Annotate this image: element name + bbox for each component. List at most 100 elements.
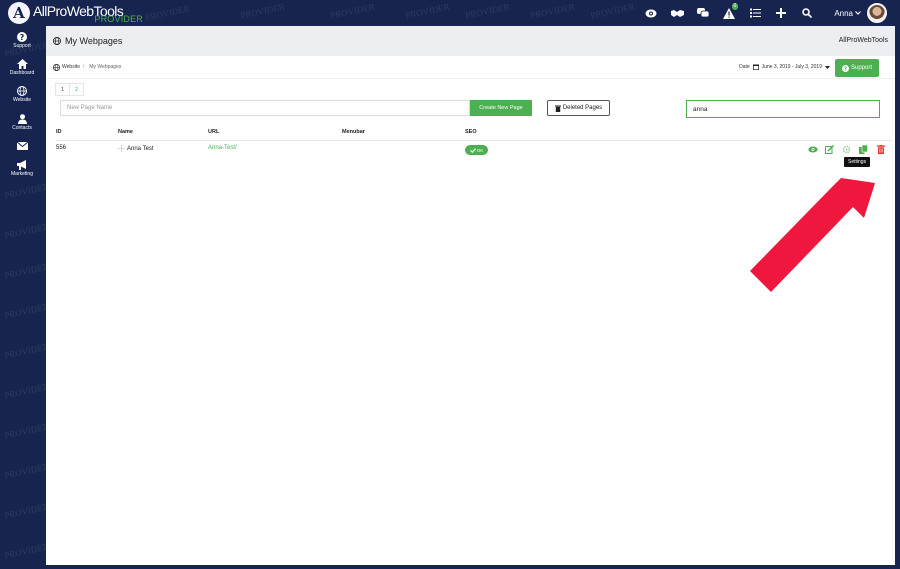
user-menu[interactable]: Anna [834, 9, 861, 18]
user-name: Anna [834, 8, 853, 18]
search-value: anna [693, 105, 708, 113]
watermark: PROVIDER [3, 501, 46, 521]
deleted-pages-label: Deleted Pages [562, 105, 603, 111]
column-header-id[interactable]: ID [56, 129, 62, 135]
watermark: PROVIDER [3, 421, 46, 441]
support-button-label: Support [850, 65, 872, 71]
watermark: PROVIDER [3, 261, 46, 281]
edit-icon[interactable] [824, 144, 835, 155]
watermark: PROVIDER [589, 1, 636, 21]
view-icon[interactable] [807, 144, 818, 155]
handshake-icon[interactable] [664, 0, 690, 26]
watermark: PROVIDER [3, 461, 46, 481]
deleted-pages-button[interactable]: Deleted Pages [547, 100, 610, 116]
svg-text:?: ? [20, 33, 25, 42]
globe-icon [53, 37, 61, 45]
watermark: PROVIDER [3, 341, 46, 361]
eye-icon[interactable] [638, 0, 664, 26]
breadcrumb-current: My Webpages [89, 64, 122, 70]
page-header: My Webpages AllProWebTools [46, 26, 895, 56]
person-icon [17, 114, 27, 124]
watermark: PROVIDER [3, 381, 46, 401]
support-button[interactable]: ? Support [835, 59, 879, 77]
sidebar-item-dashboard[interactable]: Dashboard [0, 59, 44, 76]
alert-count-badge: 0 [731, 3, 739, 10]
column-header-seo[interactable]: SEO [465, 129, 477, 135]
row-id: 556 [56, 145, 67, 151]
move-icon[interactable] [118, 145, 125, 152]
watermark: PROVIDER [404, 1, 451, 21]
new-page-name-input[interactable]: New Page Name [60, 100, 470, 116]
webpages-table: ID Name URL Menubar SEO 556 Anna Test An… [56, 126, 892, 160]
avatar[interactable] [867, 3, 887, 23]
watermark: PROVIDER [3, 301, 46, 321]
row-name: Anna Test [127, 145, 154, 152]
logo[interactable]: A AllProWebTools PROVIDER [8, 2, 143, 24]
top-navbar: A AllProWebTools PROVIDER PROVIDER PROVI… [0, 0, 900, 26]
date-filter[interactable]: Date June 3, 2019 - July 3, 2019 [739, 64, 830, 70]
plus-icon[interactable] [768, 0, 794, 26]
breadcrumb-separator: / [82, 64, 85, 70]
sidebar-item-contacts[interactable]: Contacts [0, 114, 44, 131]
row-actions [807, 144, 886, 155]
watermark: PROVIDER [3, 221, 46, 241]
envelope-icon [16, 142, 28, 150]
home-icon [16, 59, 28, 69]
question-icon: ? [17, 32, 27, 42]
breadcrumb: Website / My Webpages Date June 3, 2019 … [46, 56, 895, 79]
table-header: ID Name URL Menubar SEO [56, 126, 892, 141]
calendar-icon [752, 64, 759, 70]
sidebar-item-label: Marketing [11, 171, 33, 177]
checklist-icon[interactable] [742, 0, 768, 26]
check-icon [469, 147, 476, 153]
settings-tooltip: Settings [844, 157, 871, 167]
chat-icon[interactable] [690, 0, 716, 26]
watermark: PROVIDER [3, 181, 46, 201]
sidebar-item-email[interactable] [0, 142, 44, 150]
table-row[interactable]: 556 Anna Test Anna-Test/ OK [56, 141, 892, 160]
watermark: PROVIDER [464, 1, 511, 21]
watermark: PROVIDER [329, 1, 376, 21]
column-header-name[interactable]: Name [118, 129, 133, 135]
sidebar-item-website[interactable]: Website [0, 86, 44, 103]
alert-icon[interactable]: 0 [716, 0, 742, 26]
trash-icon [554, 105, 561, 112]
breadcrumb-website[interactable]: Website [62, 64, 80, 70]
seo-status-label: OK [476, 147, 484, 153]
question-icon: ? [841, 64, 849, 72]
create-new-page-button[interactable]: Create New Page [470, 100, 532, 116]
row-name-cell: Anna Test [118, 145, 154, 152]
annotation-arrow [750, 178, 875, 292]
watermark: PROVIDER [239, 1, 286, 21]
logo-tagline: PROVIDER [94, 14, 143, 24]
sidebar-item-label: Contacts [12, 125, 32, 131]
column-header-menubar[interactable]: Menubar [342, 129, 365, 135]
date-range: June 3, 2019 - July 3, 2019 [761, 64, 822, 70]
account-name: AllProWebTools [838, 37, 888, 44]
page-title: My Webpages [65, 36, 123, 46]
row-url-link[interactable]: Anna-Test/ [208, 145, 237, 151]
chevron-down-icon [855, 11, 861, 15]
page-link-1[interactable]: 1 [55, 83, 70, 96]
sidebar-item-marketing[interactable]: Marketing [0, 160, 44, 177]
delete-icon[interactable] [875, 144, 886, 155]
main-content: My Webpages AllProWebTools Website / My … [46, 26, 895, 565]
seo-status-badge[interactable]: OK [465, 145, 488, 155]
sidebar-item-label: Dashboard [9, 70, 35, 76]
column-header-url[interactable]: URL [208, 129, 219, 135]
search-icon[interactable] [794, 0, 820, 26]
megaphone-icon [16, 160, 26, 170]
watermark: PROVIDER [3, 541, 46, 561]
sidebar-item-label: Website [13, 97, 31, 103]
svg-text:?: ? [844, 66, 847, 71]
caret-down-icon [825, 65, 830, 69]
globe-icon [17, 86, 27, 96]
watermark: PROVIDER [144, 3, 191, 23]
copy-icon[interactable] [858, 144, 869, 155]
globe-icon [53, 63, 60, 71]
page-link-2[interactable]: 2 [69, 83, 84, 96]
sidebar: ? Support Dashboard Website Contacts Mar… [0, 26, 46, 569]
watermark: PROVIDER [529, 1, 576, 21]
search-input[interactable]: anna [686, 100, 880, 118]
settings-icon[interactable] [841, 144, 852, 155]
